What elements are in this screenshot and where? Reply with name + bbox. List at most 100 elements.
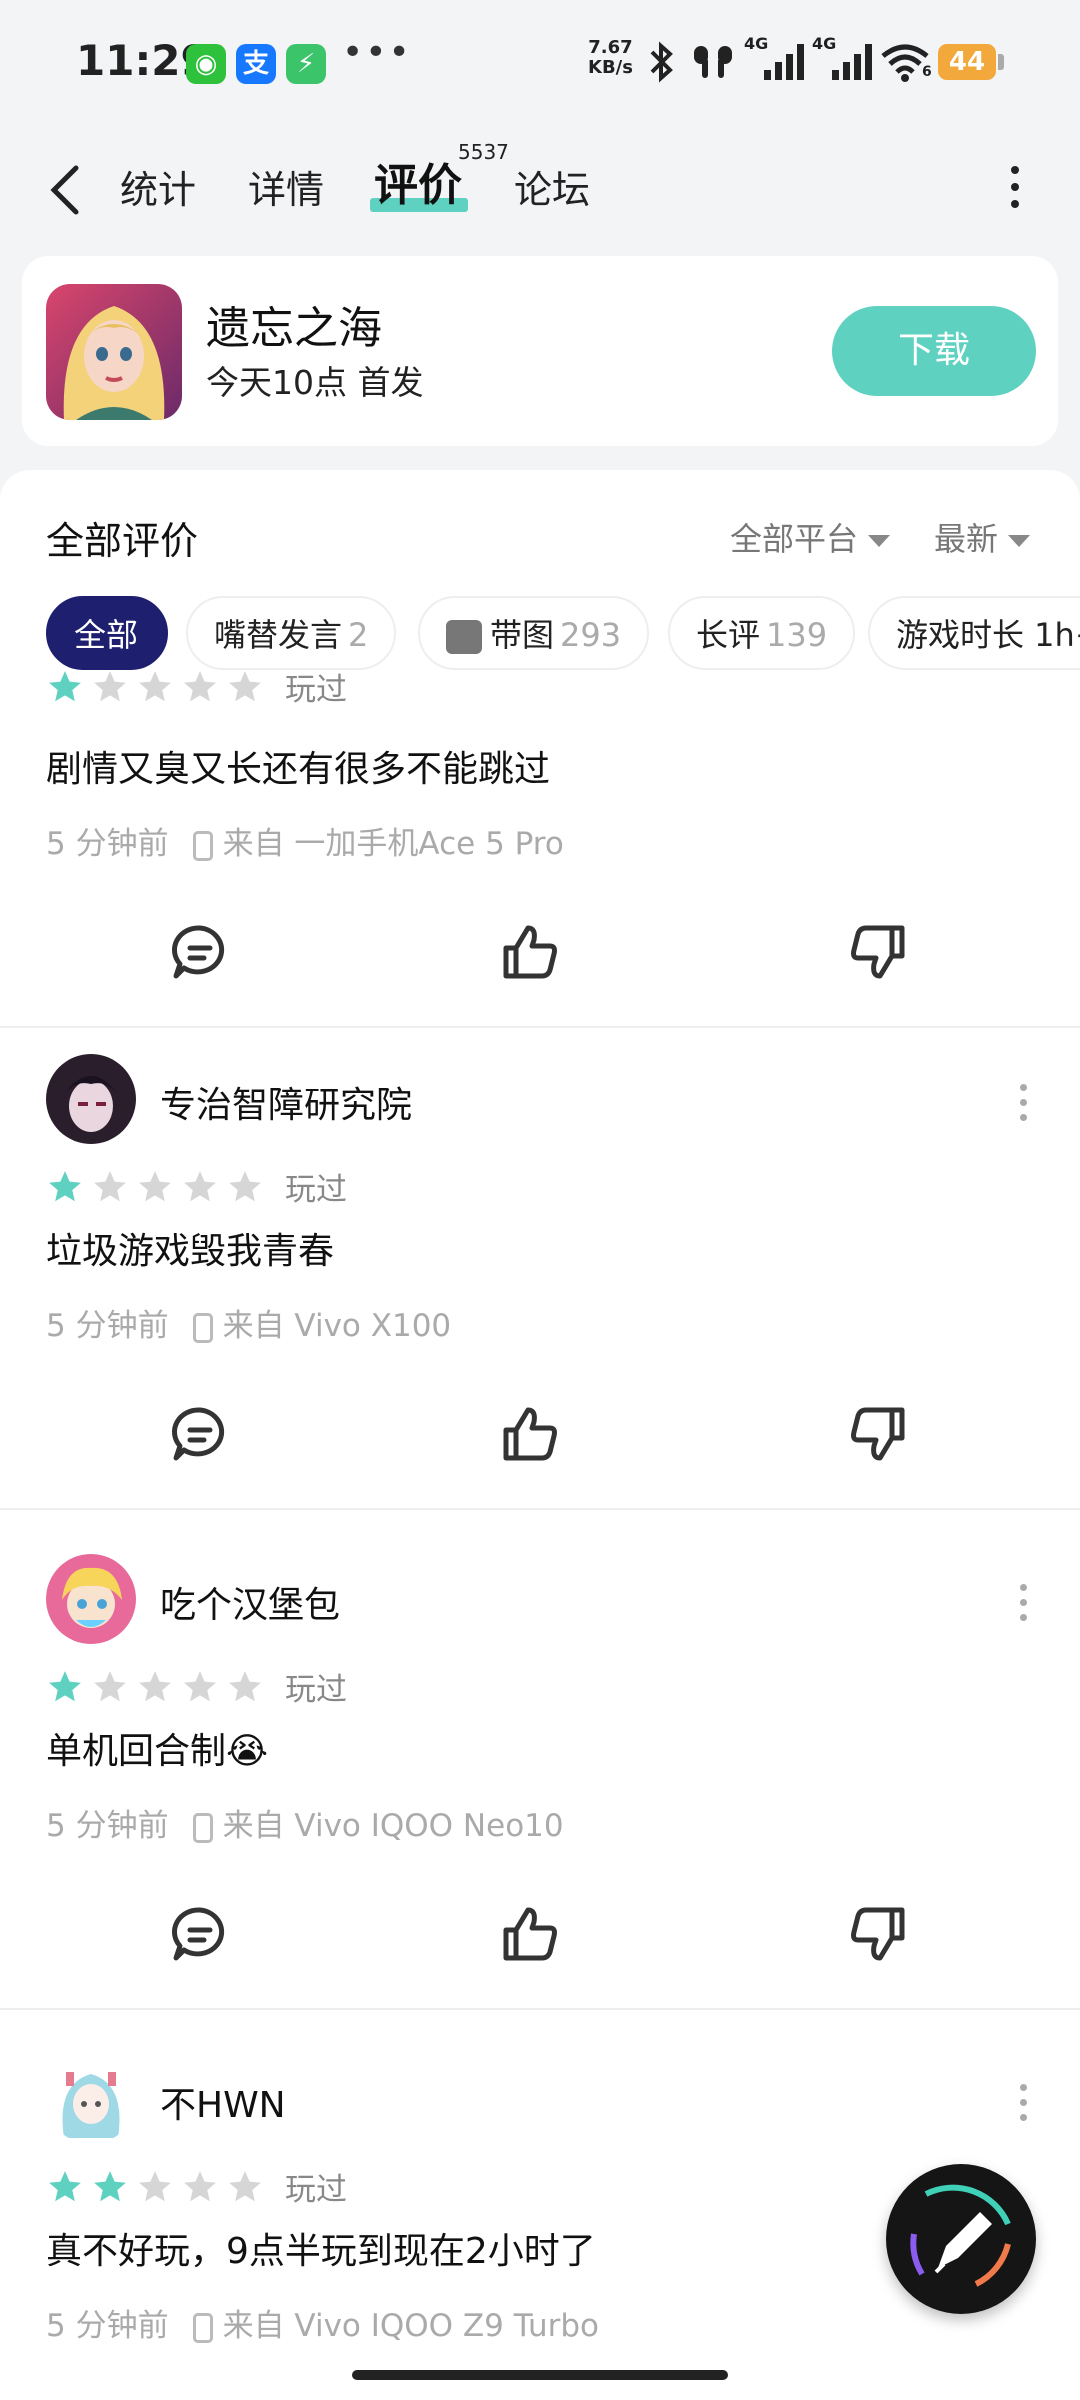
review-more-icon[interactable] [1020, 1084, 1030, 1129]
tab-reviews[interactable]: 评价 [374, 158, 462, 214]
review-text: 剧情又臭又长还有很多不能跳过 [46, 749, 551, 790]
comment-icon[interactable] [168, 1402, 232, 1466]
star-filled-icon [49, 2170, 81, 2201]
played-label: 玩过 [285, 672, 347, 708]
shield-icon: ⚡ [286, 44, 326, 84]
review-meta: 5 分钟前 来自 Vivo X100 [46, 1300, 451, 1345]
battery-tip [998, 54, 1004, 70]
star-rating: 玩过 [46, 664, 347, 708]
network-speed: 7.67 KB/s [588, 38, 633, 78]
platform-filter[interactable]: 全部平台 [730, 514, 891, 560]
avatar[interactable] [46, 1054, 136, 1144]
review-time: 5 分钟前 [46, 826, 169, 862]
review-username[interactable]: 专治智障研究院 [160, 1076, 412, 1128]
phone-icon [192, 2312, 213, 2343]
star-empty-icon [94, 1670, 126, 1701]
phone-icon [192, 1312, 213, 1343]
avatar[interactable] [46, 2054, 136, 2144]
tab-forum[interactable]: 论坛 [514, 162, 590, 218]
star-empty-icon [229, 670, 261, 701]
review-time: 5 分钟前 [46, 1308, 169, 1344]
battery-level: 44 [938, 44, 996, 80]
thumbs-down-icon[interactable] [846, 1902, 910, 1966]
chip-label: 游戏时长 1h+ [896, 616, 1080, 654]
chip-count: 2 [348, 616, 369, 654]
chip-featured[interactable]: 嘴替发言 2 [186, 596, 397, 670]
wifi-badge: 6 [922, 64, 932, 80]
divider [0, 1508, 1080, 1510]
chip-label: 带图 [490, 616, 555, 654]
chevron-down-icon [1008, 535, 1031, 547]
review-device: 来自 Vivo IQOO Z9 Turbo [222, 2308, 600, 2344]
download-button[interactable]: 下载 [832, 306, 1036, 396]
network-speed-value: 7.67 [588, 37, 633, 58]
top-nav: 统计 详情 评价 5537 论坛 [0, 140, 1080, 240]
review-meta: 5 分钟前 来自 Vivo IQOO Z9 Turbo [46, 2300, 599, 2345]
game-name: 遗忘之海 [206, 303, 382, 354]
star-empty-icon [94, 670, 126, 701]
game-card[interactable]: 遗忘之海 今天10点 首发 下载 [22, 256, 1058, 446]
review-text: 单机回合制😭 [46, 1731, 269, 1772]
thumbs-down-icon[interactable] [846, 1402, 910, 1466]
phone-icon [192, 830, 213, 861]
thumbs-down-icon[interactable] [846, 920, 910, 984]
review-username[interactable]: 不HWN [160, 2076, 286, 2128]
more-notifications-icon: ••• [342, 32, 412, 73]
sort-filter-label: 最新 [934, 520, 999, 558]
star-empty-icon [229, 1170, 261, 1201]
review-meta: 5 分钟前 来自 Vivo IQOO Neo10 [46, 1800, 564, 1845]
star-empty-icon [184, 670, 216, 701]
review-device: 来自 Vivo X100 [222, 1308, 452, 1344]
signal-icon-right [832, 44, 872, 80]
star-empty-icon [184, 1170, 216, 1201]
star-empty-icon [139, 1670, 171, 1701]
chip-all[interactable]: 全部 [46, 596, 168, 670]
game-icon [46, 284, 182, 420]
review-username[interactable]: 吃个汉堡包 [160, 1576, 340, 1628]
star-rating: 玩过 [46, 1164, 347, 1208]
home-indicator [352, 2370, 728, 2380]
thumbs-up-icon[interactable] [498, 1902, 562, 1966]
review-meta: 5 分钟前 来自 一加手机Ace 5 Pro [46, 818, 564, 863]
sort-filter[interactable]: 最新 [934, 514, 1031, 560]
chip-long-review[interactable]: 长评 139 [668, 596, 856, 670]
thumbs-up-icon[interactable] [498, 920, 562, 984]
review-time: 5 分钟前 [46, 1808, 169, 1844]
review-more-icon[interactable] [1020, 2084, 1030, 2129]
star-empty-icon [184, 2170, 216, 2201]
thumbs-up-icon[interactable] [498, 1402, 562, 1466]
star-empty-icon [94, 1170, 126, 1201]
comment-icon[interactable] [168, 920, 232, 984]
avatar[interactable] [46, 1554, 136, 1644]
star-empty-icon [229, 2170, 261, 2201]
write-review-button[interactable] [886, 2164, 1036, 2314]
reviews-panel: 全部评价 全部平台 最新 全部 嘴替发言 2 带图 293 长评 139 游戏时长 1… [0, 470, 1080, 2400]
reviews-title: 全部评价 [46, 519, 199, 563]
review-more-icon[interactable] [1020, 1584, 1030, 1629]
comment-icon[interactable] [168, 1902, 232, 1966]
star-empty-icon [184, 1670, 216, 1701]
star-filled-icon [49, 1670, 81, 1701]
chip-with-images[interactable]: 带图 293 [418, 596, 650, 670]
star-empty-icon [139, 670, 171, 701]
tab-stats[interactable]: 统计 [120, 162, 196, 218]
review-actions [0, 920, 1080, 990]
game-release-info: 今天10点 首发 [206, 363, 424, 402]
chip-playtime[interactable]: 游戏时长 1h+ [868, 596, 1080, 670]
more-options-icon[interactable] [1000, 166, 1030, 218]
star-rating: 玩过 [46, 1664, 347, 1708]
chip-label: 长评 [696, 616, 761, 654]
played-label: 玩过 [285, 1172, 347, 1208]
earbuds-icon [694, 46, 732, 78]
divider [0, 1026, 1080, 1028]
divider [0, 2008, 1080, 2010]
chip-count: 139 [766, 616, 828, 654]
review-text: 垃圾游戏毁我青春 [46, 1231, 335, 1272]
tab-details[interactable]: 详情 [248, 162, 324, 218]
back-icon[interactable] [44, 162, 88, 218]
network-speed-unit: KB/s [588, 57, 633, 78]
review-actions [0, 1402, 1080, 1472]
wechat-icon: ◉ [186, 44, 226, 84]
star-filled-icon [49, 670, 81, 701]
signal-icon-left [764, 44, 804, 80]
